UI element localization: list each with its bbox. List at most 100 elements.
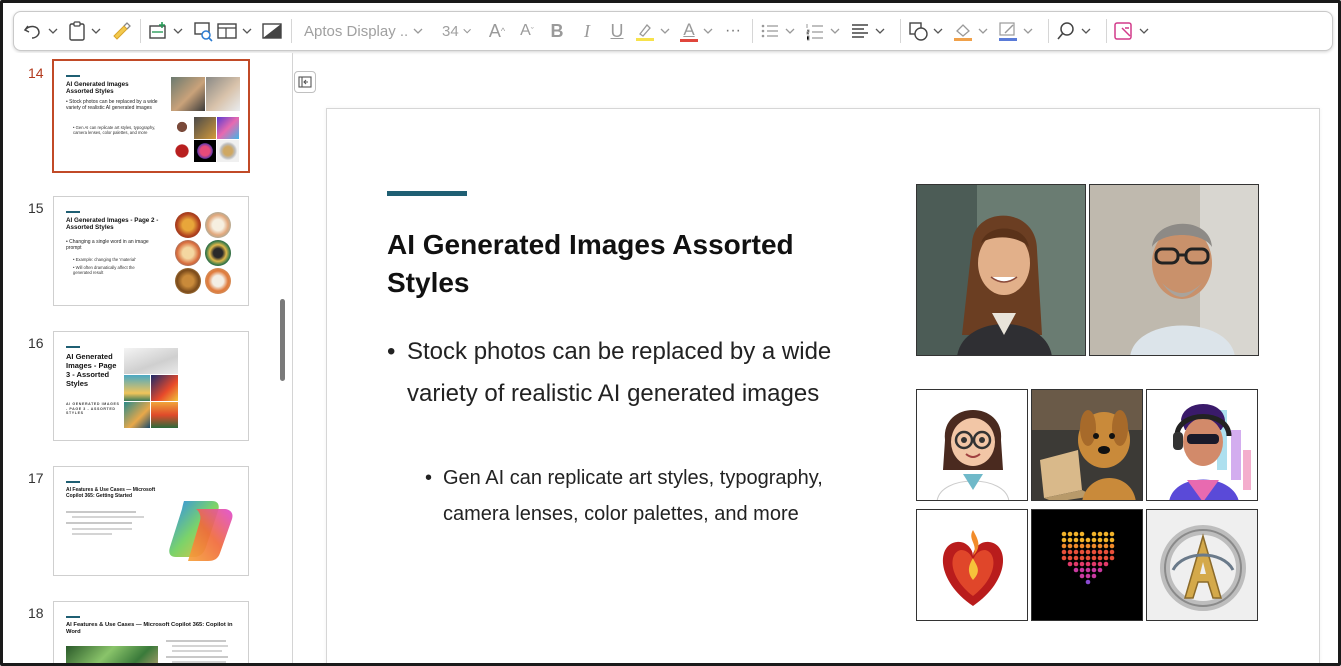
heart-dot xyxy=(1079,537,1085,543)
photo-gamer-illustration[interactable] xyxy=(1146,389,1258,501)
heart-dot xyxy=(1085,537,1091,543)
ribbon-toolbar: Aptos Display ... 34 A ^ Aˇ B I U A ··· xyxy=(13,11,1333,51)
undo-button[interactable] xyxy=(22,17,65,45)
photo-doctor-illustration[interactable] xyxy=(916,389,1028,501)
font-color-swatch xyxy=(680,38,698,42)
slide-bullet[interactable]: • Stock photos can be replaced by a wide… xyxy=(387,331,857,415)
chevron-down-icon[interactable] xyxy=(702,25,714,37)
photo-woman-portrait[interactable] xyxy=(916,184,1086,356)
slide-thumbnail-14[interactable]: AI Generated Images Assorted Styles • St… xyxy=(52,59,250,173)
thumb-photo-doctor xyxy=(171,117,193,139)
doctor-cartoon-image xyxy=(917,390,1027,500)
heart-dot xyxy=(1097,543,1103,549)
thumb-accent-bar xyxy=(66,211,80,213)
chevron-down-icon[interactable] xyxy=(784,25,796,37)
slide-thumbnail-18[interactable]: AI Features & Use Cases — Microsoft Copi… xyxy=(53,601,249,663)
chevron-down-icon[interactable] xyxy=(829,25,841,37)
heart-dot xyxy=(1073,561,1079,567)
find-button[interactable] xyxy=(1055,17,1098,45)
layout-button[interactable] xyxy=(216,17,259,45)
heart-dot xyxy=(1061,549,1067,555)
photo-heart-fire[interactable] xyxy=(916,509,1028,621)
reuse-slides-button[interactable] xyxy=(192,17,214,45)
bold-button[interactable]: B xyxy=(544,17,570,45)
thumb-photo-heart xyxy=(171,140,193,162)
slide-title[interactable]: AI Generated Images Assorted Styles xyxy=(387,226,807,302)
thumb-accent-bar xyxy=(66,346,80,348)
thumb-bowl-3 xyxy=(175,240,201,266)
numbering-button[interactable] xyxy=(804,17,847,45)
slide-thumbnail-15[interactable]: AI Generated Images - Page 2 - Assorted … xyxy=(53,196,249,306)
heart-dot xyxy=(1085,579,1091,585)
font-name-dropdown[interactable]: Aptos Display ... xyxy=(298,18,436,44)
bullets-button[interactable] xyxy=(759,17,802,45)
dog-laptop-image xyxy=(1032,390,1142,500)
thumb-text-line xyxy=(66,511,136,513)
slide-canvas[interactable]: AI Generated Images Assorted Styles • St… xyxy=(326,108,1320,663)
italic-button[interactable]: I xyxy=(574,17,600,45)
shapes-button[interactable] xyxy=(907,17,950,45)
chevron-down-icon[interactable] xyxy=(47,25,59,37)
thumb-sub-bullet-text: Example: changing the 'material' xyxy=(75,257,136,262)
heart-dot xyxy=(1085,543,1091,549)
shape-fill-button[interactable] xyxy=(952,17,995,45)
slide-thumbnail-16[interactable]: AI Generated Images - Page 3 - Assorted … xyxy=(53,331,249,441)
heart-dot xyxy=(1085,567,1091,573)
chevron-down-icon[interactable] xyxy=(241,25,253,37)
chevron-down-icon[interactable] xyxy=(172,25,184,37)
new-slide-button[interactable] xyxy=(147,17,190,45)
more-options-button[interactable]: ··· xyxy=(722,17,744,45)
thumb-bowl-4 xyxy=(205,240,231,266)
heart-dot xyxy=(1073,549,1079,555)
collapse-pane-button[interactable] xyxy=(294,71,316,93)
designer-button[interactable] xyxy=(1113,17,1156,45)
heart-dot xyxy=(1097,567,1103,573)
heart-dot xyxy=(1067,561,1073,567)
font-color-button[interactable]: A xyxy=(679,17,720,45)
thumbnail-scrollbar[interactable] xyxy=(280,299,285,381)
thumb-caption: AI GENERATED IMAGES - PAGE 3 - ASSORTED … xyxy=(66,402,120,416)
chevron-down-icon[interactable] xyxy=(1138,25,1150,37)
chevron-down-icon[interactable] xyxy=(1022,25,1034,37)
slide-thumbnail-17[interactable]: AI Features & Use Cases — Microsoft Copi… xyxy=(53,466,249,576)
photo-man-portrait[interactable] xyxy=(1089,184,1259,356)
font-size-dropdown[interactable]: 34 xyxy=(436,18,484,44)
paste-button[interactable] xyxy=(67,17,108,45)
thumb-text-line xyxy=(172,645,228,647)
highlight-button[interactable] xyxy=(634,17,677,45)
background-button[interactable] xyxy=(261,17,283,45)
grow-font-button[interactable]: A ^ xyxy=(484,17,510,45)
photo-dog-laptop[interactable] xyxy=(1031,389,1143,501)
slide-sub-bullet[interactable]: • Gen AI can replicate art styles, typog… xyxy=(425,460,825,532)
heart-dot xyxy=(1091,555,1097,561)
photo-dot-heart[interactable] xyxy=(1031,509,1143,621)
heart-dot xyxy=(1085,573,1091,579)
shapes-icon xyxy=(909,22,928,41)
heart-dot xyxy=(1109,543,1115,549)
slide-number: 14 xyxy=(28,65,44,81)
heart-dot xyxy=(1109,537,1115,543)
heart-dot xyxy=(1073,555,1079,561)
designer-icon xyxy=(1114,22,1132,40)
chevron-down-icon[interactable] xyxy=(932,25,944,37)
format-background-icon xyxy=(262,23,282,39)
photo-letter-a[interactable] xyxy=(1146,509,1258,621)
heart-dot xyxy=(1073,567,1079,573)
heart-dot xyxy=(1079,531,1085,537)
shape-outline-button[interactable] xyxy=(997,17,1040,45)
heart-dot xyxy=(1103,537,1109,543)
chevron-down-icon[interactable] xyxy=(874,25,886,37)
heart-dot xyxy=(1061,543,1067,549)
chevron-down-icon[interactable] xyxy=(1080,25,1092,37)
chevron-down-icon[interactable] xyxy=(659,25,671,37)
heart-dot xyxy=(1073,543,1079,549)
heart-dot xyxy=(1097,537,1103,543)
chevron-down-icon xyxy=(463,28,471,34)
underline-button[interactable]: U xyxy=(604,17,630,45)
chevron-down-icon[interactable] xyxy=(977,25,989,37)
chevron-down-icon[interactable] xyxy=(90,25,102,37)
shrink-font-button[interactable]: Aˇ xyxy=(514,17,540,45)
format-painter-button[interactable] xyxy=(110,17,132,45)
thumb-accent-bar xyxy=(66,75,80,77)
align-button[interactable] xyxy=(849,17,892,45)
